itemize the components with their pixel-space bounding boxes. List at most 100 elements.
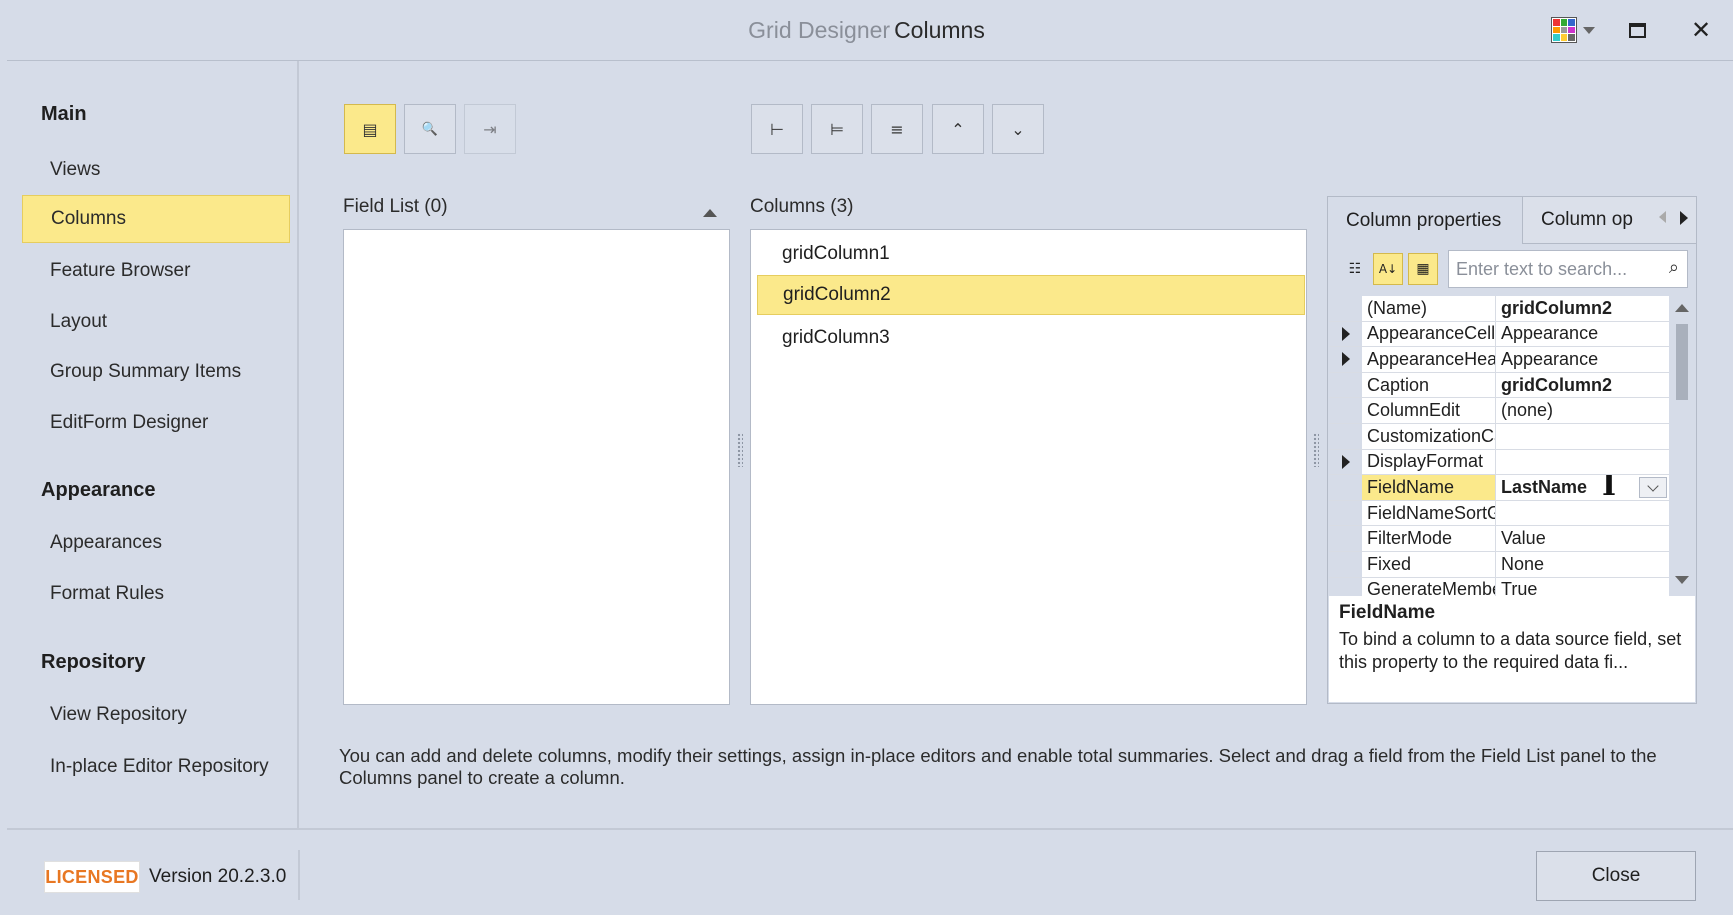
sidebar-item-view-repository[interactable]: View Repository <box>22 691 290 739</box>
close-icon: ✕ <box>1690 16 1712 44</box>
property-value[interactable]: Appearance <box>1496 322 1669 347</box>
property-row[interactable]: ColumnEdit (none) <box>1329 398 1669 424</box>
property-value[interactable]: LastName <box>1501 477 1587 498</box>
splitter-handle-right[interactable] <box>1313 433 1319 467</box>
property-name: CustomizationCaption <box>1362 424 1496 449</box>
property-row[interactable]: CustomizationCaption <box>1329 424 1669 450</box>
property-name: Caption <box>1362 372 1496 398</box>
columns-panel: gridColumn1 gridColumn2 gridColumn3 <box>750 229 1307 705</box>
tab-scroll-arrows <box>1659 211 1688 225</box>
nav-group-main: Main <box>41 103 87 125</box>
sidebar-item-group-summary-items[interactable]: Group Summary Items <box>22 348 290 396</box>
column-item-gridcolumn3[interactable]: gridColumn3 <box>757 318 1305 358</box>
property-row[interactable]: GenerateMember True <box>1329 577 1669 596</box>
property-name: ColumnEdit <box>1362 398 1496 423</box>
property-row[interactable]: DisplayFormat <box>1329 449 1669 476</box>
property-row-selected[interactable]: FieldName LastName I <box>1329 475 1669 501</box>
property-value[interactable]: gridColumn2 <box>1496 373 1669 398</box>
column-item-gridcolumn1[interactable]: gridColumn1 <box>757 234 1305 274</box>
property-value[interactable] <box>1496 501 1669 526</box>
property-value[interactable]: True <box>1496 578 1669 596</box>
insert-column-button[interactable]: ⊨ <box>811 104 863 154</box>
scrollbar-thumb[interactable] <box>1676 324 1688 400</box>
property-name: DisplayFormat <box>1362 449 1496 475</box>
sidebar-item-feature-browser[interactable]: Feature Browser <box>22 247 290 295</box>
sidebar-item-appearances[interactable]: Appearances <box>22 519 290 567</box>
expand-icon[interactable] <box>1341 326 1350 341</box>
property-value[interactable] <box>1496 424 1669 449</box>
property-search-input[interactable]: Enter text to search... ⌕ <box>1448 250 1688 288</box>
add-column-icon: ⊢ <box>770 119 784 139</box>
sort-ascending-icon[interactable] <box>703 209 717 217</box>
find-fields-button[interactable]: 🔍 <box>404 104 456 154</box>
splitter-handle-left[interactable] <box>737 433 743 467</box>
sidebar-item-inplace-editor-repository[interactable]: In-place Editor Repository <box>22 743 290 791</box>
maximize-icon <box>1628 22 1646 38</box>
field-list-title: Field List (0) <box>343 196 448 217</box>
scroll-down-icon[interactable] <box>1675 576 1689 584</box>
property-value[interactable] <box>1496 450 1669 475</box>
property-row[interactable]: (Name) gridColumn2 <box>1329 296 1669 322</box>
columns-title: Columns (3) <box>750 196 854 217</box>
property-name: (Name) <box>1362 296 1496 321</box>
retrieve-fields-button[interactable]: ⇥ <box>464 104 516 154</box>
scroll-right-icon[interactable] <box>1680 211 1688 225</box>
sidebar-item-layout[interactable]: Layout <box>22 298 290 346</box>
maximize-button[interactable] <box>1605 0 1669 60</box>
sidebar-item-format-rules[interactable]: Format Rules <box>22 570 290 618</box>
property-search-placeholder: Enter text to search... <box>1456 258 1628 279</box>
property-pages-button[interactable]: ▦ <box>1408 253 1438 285</box>
property-row[interactable]: AppearanceCell Appearance <box>1329 321 1669 348</box>
property-grid-scrollbar[interactable] <box>1669 296 1695 596</box>
close-button[interactable]: Close <box>1536 851 1696 901</box>
chevron-down-icon <box>1647 480 1659 492</box>
property-value[interactable]: Appearance <box>1496 347 1669 372</box>
property-value[interactable]: Value <box>1496 526 1669 551</box>
property-name: FieldNameSortGroup <box>1362 500 1496 526</box>
property-row[interactable]: Fixed None <box>1329 552 1669 578</box>
property-value[interactable]: None <box>1496 552 1669 577</box>
search-icon[interactable]: ⌕ <box>1669 257 1679 278</box>
categorized-icon: ☷ <box>1348 261 1362 277</box>
property-value[interactable]: gridColumn2 <box>1496 296 1669 321</box>
tab-column-properties[interactable]: Column properties <box>1328 197 1522 244</box>
move-up-button[interactable]: ⌃ <box>932 104 984 154</box>
remove-column-button[interactable]: ≡ <box>871 104 923 154</box>
window-close-button[interactable]: ✕ <box>1669 0 1733 60</box>
expand-icon[interactable] <box>1341 454 1350 469</box>
property-row[interactable]: Caption gridColumn2 <box>1329 372 1669 399</box>
property-value-editor[interactable]: LastName I <box>1496 475 1669 500</box>
hint-text: You can add and delete columns, modify t… <box>339 745 1657 788</box>
property-name: FieldName <box>1362 475 1496 500</box>
property-pages-icon: ▦ <box>1416 261 1430 277</box>
field-list-panel[interactable] <box>343 229 730 705</box>
add-column-button[interactable]: ⊢ <box>751 104 803 154</box>
property-row[interactable]: FieldNameSortGroup <box>1329 500 1669 527</box>
sidebar-item-views[interactable]: Views <box>22 146 290 194</box>
dropdown-button[interactable] <box>1639 477 1667 499</box>
sidebar-item-editform-designer[interactable]: EditForm Designer <box>22 399 290 447</box>
window-controls: ✕ <box>1541 0 1733 60</box>
show-field-list-button[interactable]: ▤ <box>344 104 396 154</box>
property-row[interactable]: AppearanceHeader Appearance <box>1329 347 1669 373</box>
sidebar-item-columns[interactable]: Columns <box>22 195 290 243</box>
skin-selector-button[interactable] <box>1541 0 1605 60</box>
property-name: FilterMode <box>1362 526 1496 551</box>
property-description-text: To bind a column to a data source field,… <box>1339 629 1682 672</box>
move-down-button[interactable]: ⌄ <box>992 104 1044 154</box>
scroll-up-icon[interactable] <box>1675 304 1689 312</box>
property-row[interactable]: FilterMode Value <box>1329 526 1669 552</box>
nav-group-repository: Repository <box>41 651 146 673</box>
property-description: FieldName To bind a column to a data sou… <box>1329 596 1695 702</box>
scroll-left-icon[interactable] <box>1659 211 1666 223</box>
categorized-view-button[interactable]: ☷ <box>1340 253 1370 285</box>
alphabetical-sort-button[interactable]: A↓ <box>1373 253 1403 285</box>
expand-icon[interactable] <box>1341 352 1350 367</box>
insert-column-icon: ⊨ <box>830 119 844 139</box>
column-item-gridcolumn2[interactable]: gridColumn2 <box>757 275 1305 315</box>
property-grid-panel: Column properties Column op ☷ A↓ ▦ Enter… <box>1327 196 1697 704</box>
property-name: GenerateMember <box>1362 577 1496 596</box>
remove-column-icon: ≡ <box>890 119 904 139</box>
property-value[interactable]: (none) <box>1496 398 1669 423</box>
skin-palette-icon <box>1551 17 1577 43</box>
